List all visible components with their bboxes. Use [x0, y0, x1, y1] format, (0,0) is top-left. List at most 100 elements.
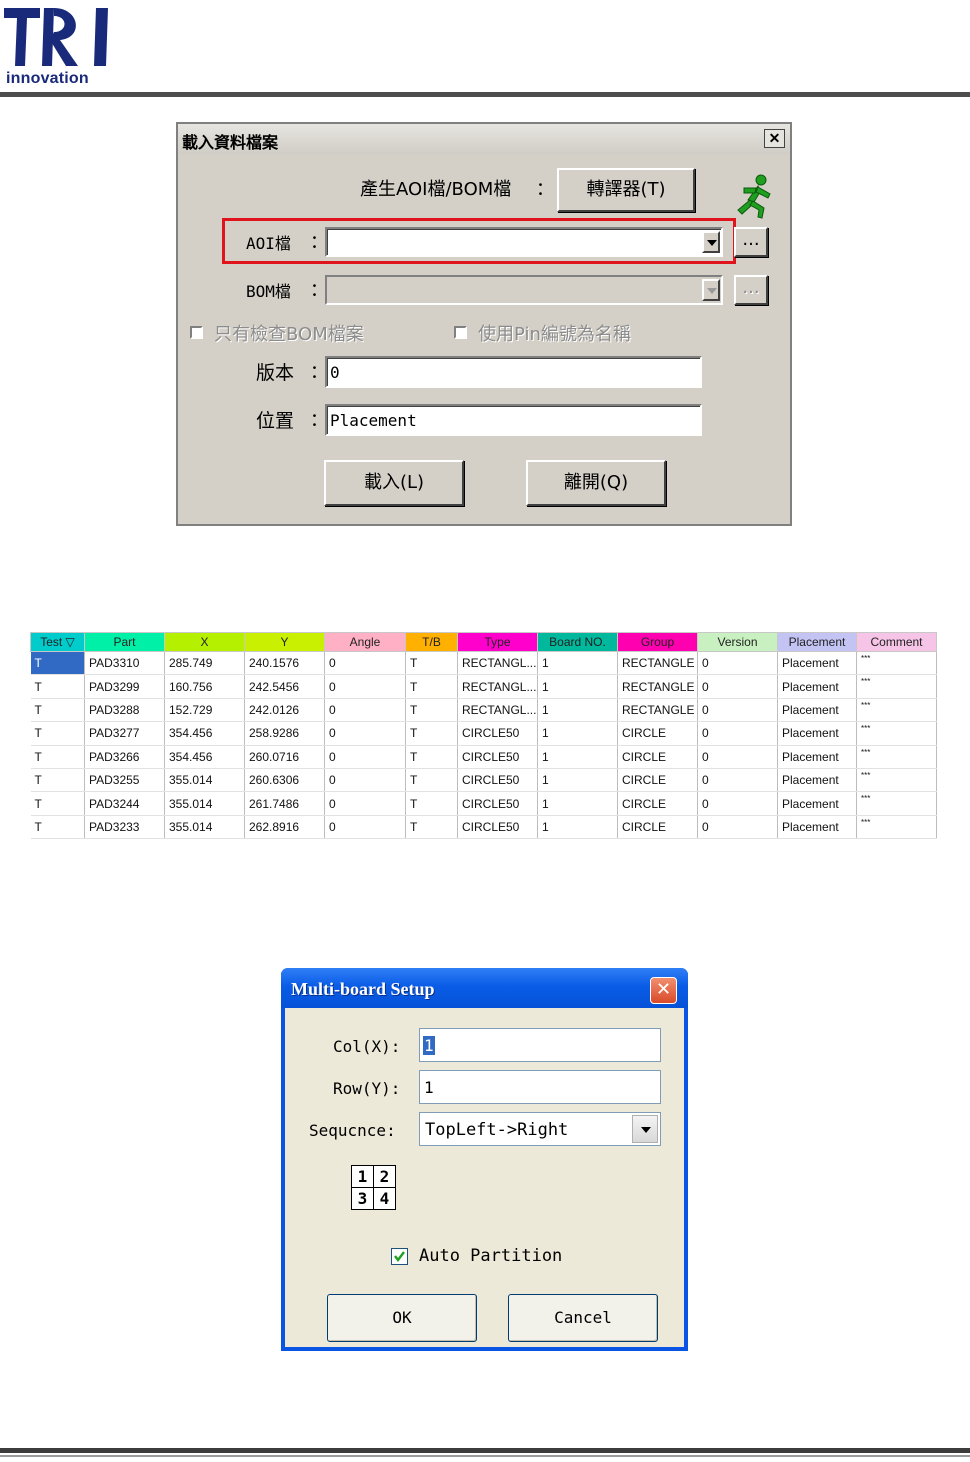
column-header[interactable]: Angle — [324, 632, 406, 652]
use-pin-number-checkbox[interactable] — [454, 326, 467, 339]
chevron-down-icon[interactable] — [702, 231, 720, 253]
table-cell[interactable]: PAD3277 — [84, 721, 165, 746]
table-cell[interactable]: T — [405, 651, 458, 676]
leave-button[interactable]: 離開(Q) — [526, 460, 666, 506]
table-cell[interactable]: CIRCLE50 — [457, 815, 538, 840]
table-cell[interactable]: 355.014 — [164, 791, 245, 816]
table-cell[interactable]: 0 — [697, 768, 778, 793]
table-row[interactable]: T PAD3244 355.014 261.7486 0 T CIRCLE50 1 CIRCLE… — [30, 791, 937, 816]
table-cell[interactable]: 285.749 — [164, 651, 245, 676]
column-header[interactable]: Version — [697, 632, 778, 652]
table-cell[interactable]: T — [405, 698, 458, 723]
table-row[interactable]: T PAD3255 355.014 260.6306 0 T CIRCLE50 1 CIRCLE… — [30, 768, 937, 793]
column-header[interactable]: Group — [617, 632, 698, 652]
table-cell[interactable]: 0 — [324, 721, 406, 746]
table-cell[interactable]: CIRCLE — [617, 721, 698, 746]
table-cell[interactable]: 0 — [697, 721, 778, 746]
table-cell[interactable]: 152.729 — [164, 698, 245, 723]
table-cell[interactable]: T — [30, 815, 85, 840]
table-cell[interactable]: Placement — [777, 651, 857, 676]
table-cell[interactable]: 1 — [537, 815, 618, 840]
table-cell[interactable]: 0 — [324, 745, 406, 769]
table-cell[interactable]: 262.8916 — [244, 815, 325, 840]
table-cell[interactable]: Placement — [777, 791, 857, 816]
table-cell[interactable]: Placement — [777, 745, 857, 769]
table-cell[interactable]: 354.456 — [164, 745, 245, 769]
table-cell[interactable]: *** — [856, 791, 937, 816]
table-cell[interactable]: 0 — [324, 698, 406, 723]
table-cell[interactable]: *** — [856, 768, 937, 793]
table-cell[interactable]: T — [405, 768, 458, 793]
column-header[interactable]: Y — [244, 632, 325, 652]
table-cell[interactable]: Placement — [777, 698, 857, 723]
sequence-select[interactable]: TopLeft->Right — [419, 1112, 661, 1146]
table-cell[interactable]: 260.6306 — [244, 768, 325, 793]
table-cell[interactable]: *** — [856, 745, 937, 769]
table-cell[interactable]: 258.9286 — [244, 721, 325, 746]
table-cell[interactable]: RECTANGL... — [457, 674, 538, 699]
table-cell[interactable]: 240.1576 — [244, 651, 325, 676]
table-cell[interactable]: 0 — [324, 791, 406, 816]
table-cell[interactable]: 0 — [697, 651, 778, 676]
table-cell[interactable]: PAD3233 — [84, 815, 165, 840]
version-input[interactable]: 0 — [325, 356, 702, 388]
table-cell[interactable]: Placement — [777, 815, 857, 840]
load-button[interactable]: 載入(L) — [324, 460, 464, 506]
table-cell[interactable]: 0 — [697, 745, 778, 769]
table-cell[interactable]: T — [30, 651, 85, 676]
table-cell[interactable]: *** — [856, 721, 937, 746]
table-cell[interactable]: 1 — [537, 768, 618, 793]
column-header[interactable]: Placement — [777, 632, 857, 652]
table-cell[interactable]: T — [405, 791, 458, 816]
table-cell[interactable]: CIRCLE — [617, 815, 698, 840]
auto-partition-checkbox[interactable] — [391, 1248, 408, 1265]
table-cell[interactable]: 0 — [697, 698, 778, 723]
table-cell[interactable]: RECTANGLE — [617, 651, 698, 676]
table-cell[interactable]: T — [405, 674, 458, 699]
table-cell[interactable]: 1 — [537, 674, 618, 699]
table-cell[interactable]: RECTANGLE — [617, 674, 698, 699]
table-cell[interactable]: T — [405, 815, 458, 840]
table-cell[interactable]: T — [30, 674, 85, 699]
table-cell[interactable]: 0 — [697, 791, 778, 816]
table-cell[interactable]: 0 — [697, 674, 778, 699]
table-cell[interactable]: T — [30, 698, 85, 723]
table-row[interactable]: T PAD3310 285.749 240.1576 0 T RECTANGL... 1 REC… — [30, 651, 937, 676]
close-button[interactable]: ✕ — [764, 129, 785, 148]
column-header[interactable]: Board NO. — [537, 632, 618, 652]
chevron-down-icon[interactable] — [632, 1115, 658, 1143]
table-cell[interactable]: *** — [856, 815, 937, 840]
table-cell[interactable]: *** — [856, 651, 937, 676]
col-x-input[interactable]: 1 — [419, 1028, 661, 1062]
chevron-down-icon[interactable] — [702, 279, 720, 301]
table-cell[interactable]: 1 — [537, 721, 618, 746]
table-cell[interactable]: *** — [856, 674, 937, 699]
table-cell[interactable]: 1 — [537, 791, 618, 816]
row-y-input[interactable]: 1 — [419, 1070, 661, 1104]
table-cell[interactable]: 242.0126 — [244, 698, 325, 723]
table-row[interactable]: T PAD3277 354.456 258.9286 0 T CIRCLE50 1 CIRCLE… — [30, 721, 937, 746]
table-cell[interactable]: 1 — [537, 745, 618, 769]
table-cell[interactable]: 242.5456 — [244, 674, 325, 699]
column-header[interactable]: Type — [457, 632, 538, 652]
table-cell[interactable]: 261.7486 — [244, 791, 325, 816]
table-row[interactable]: T PAD3266 354.456 260.0716 0 T CIRCLE50 1 CIRCLE… — [30, 745, 937, 769]
table-row[interactable]: T PAD3299 160.756 242.5456 0 T RECTANGL... 1 REC… — [30, 674, 937, 699]
table-cell[interactable]: 354.456 — [164, 721, 245, 746]
table-cell[interactable]: T — [30, 721, 85, 746]
aoi-file-combobox[interactable] — [325, 227, 723, 257]
table-cell[interactable]: 1 — [537, 651, 618, 676]
table-cell[interactable]: CIRCLE — [617, 745, 698, 769]
bom-file-combobox[interactable] — [325, 275, 723, 305]
table-cell[interactable]: PAD3266 — [84, 745, 165, 769]
column-header[interactable]: X — [164, 632, 245, 652]
table-cell[interactable]: T — [30, 791, 85, 816]
table-cell[interactable]: PAD3255 — [84, 768, 165, 793]
table-cell[interactable]: Placement — [777, 721, 857, 746]
column-header[interactable]: Comment — [856, 632, 937, 652]
column-header[interactable]: Test ▽ — [30, 632, 85, 652]
table-cell[interactable]: 0 — [324, 674, 406, 699]
table-cell[interactable]: 1 — [537, 698, 618, 723]
table-cell[interactable]: PAD3288 — [84, 698, 165, 723]
table-row[interactable]: T PAD3233 355.014 262.8916 0 T CIRCLE50 1 CIRCLE… — [30, 815, 937, 840]
